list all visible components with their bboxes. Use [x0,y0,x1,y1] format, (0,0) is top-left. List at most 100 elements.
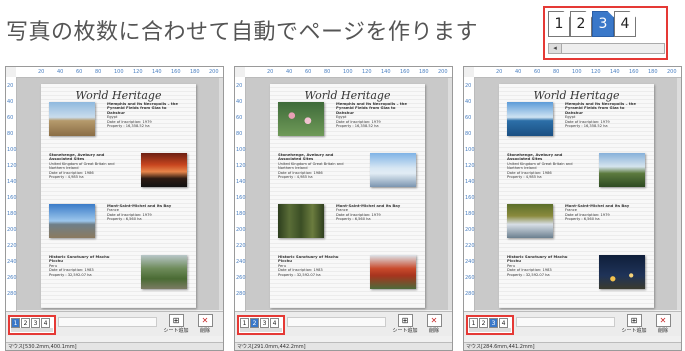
entry-country: United Kingdom of Great Britain and Nort… [49,161,115,171]
ruler-left-label: 120 [7,163,17,169]
heritage-entry[interactable]: Memphis and its Necropolis – the Pyramid… [336,101,408,129]
horizontal-ruler: 20 40 60 80 100 120 140 160 180 200 [474,67,681,78]
delete-sheet-button[interactable]: ✕ 削除 [423,314,445,334]
ruler-left-label: 40 [236,99,243,105]
sheet-tab-4[interactable]: 4 [499,318,508,328]
heritage-entry[interactable]: Historic Sanctuary of Machu Picchu Peru … [278,254,350,277]
heritage-entry[interactable]: Memphis and its Necropolis – the Pyramid… [565,101,637,129]
vertical-scrollbar[interactable] [677,78,681,310]
ruler-top-label: 40 [515,69,522,75]
editor-panel: 20 40 60 80 100 120 140 160 180 200 20 40 60 80 100 12… [5,66,224,351]
heritage-entry[interactable]: Mont-Saint-Michel and its Bay France Dat… [336,203,408,222]
sheet-tab-3[interactable]: 3 [31,318,40,328]
zoom-tab-3[interactable]: 3 [592,11,614,37]
heritage-photo[interactable] [278,102,324,136]
ruler-left-label: 180 [236,211,246,217]
zoom-tab-1[interactable]: 1 [548,11,570,37]
sheet-tab-2[interactable]: 2 [250,318,259,328]
ruler-left-label: 60 [465,115,472,121]
status-bar-mouse: マウス[291.0mm,442.2mm] [235,342,452,350]
heritage-entry[interactable]: Stonehenge, Avebury and Associated Sites… [49,152,121,179]
tab-scrollbar[interactable] [240,328,282,332]
heritage-photo[interactable] [370,255,416,289]
heritage-photo[interactable] [599,153,645,187]
scroll-left-icon[interactable]: ◂ [549,44,562,53]
heritage-photo[interactable] [507,204,553,238]
sheet-tab-2[interactable]: 2 [479,318,488,328]
ruler-top-label: 100 [343,69,353,75]
heritage-entry[interactable]: Mont-Saint-Michel and its Bay France Dat… [565,203,637,222]
heritage-entry[interactable]: Stonehenge, Avebury and Associated Sites… [278,152,350,179]
add-sheet-button[interactable]: ⊞ シート追加 [391,314,419,334]
heritage-entry[interactable]: Historic Sanctuary of Machu Picchu Peru … [49,254,121,277]
vertical-scrollbar[interactable] [448,78,452,310]
delete-sheet-icon: ✕ [426,314,442,327]
horizontal-scrollbar[interactable] [516,317,615,327]
entry-property: Property : 32,592.07 ha [507,272,550,277]
ruler-left-label: 260 [7,275,17,281]
heritage-photo[interactable] [141,255,187,289]
tab-scrollbar[interactable] [469,328,511,332]
ruler-left-label: 140 [236,179,246,185]
add-sheet-button[interactable]: ⊞ シート追加 [162,314,190,334]
entry-property: Property : 32,592.07 ha [49,272,92,277]
heritage-entry[interactable]: Stonehenge, Avebury and Associated Sites… [507,152,579,179]
ruler-top-label: 200 [209,69,219,75]
add-sheet-icon: ⊞ [626,314,642,327]
page-canvas[interactable]: World Heritage Memphis and its Necropoli… [17,78,220,310]
delete-sheet-button[interactable]: ✕ 削除 [652,314,674,334]
heritage-photo[interactable] [370,153,416,187]
heritage-entry[interactable]: Historic Sanctuary of Machu Picchu Peru … [507,254,579,277]
sheet-tab-3[interactable]: 3 [489,318,498,328]
page-canvas[interactable]: World Heritage Memphis and its Necropoli… [246,78,449,310]
heritage-photo[interactable] [141,153,187,187]
delete-sheet-label: 削除 [428,328,439,334]
delete-sheet-button[interactable]: ✕ 削除 [194,314,216,334]
heritage-photo[interactable] [49,204,95,238]
zoom-tab-4[interactable]: 4 [614,11,636,37]
tab-scrollbar[interactable] [11,328,53,332]
sheet-tab-1[interactable]: 1 [469,318,478,328]
heritage-photo[interactable] [507,102,553,136]
vertical-scrollbar[interactable] [219,78,223,310]
zoom-tab-scrollbar[interactable]: ◂ [548,43,665,54]
heritage-entry[interactable]: Mont-Saint-Michel and its Bay France Dat… [107,203,179,222]
ruler-left-label: 140 [7,179,17,185]
page-sheet[interactable]: World Heritage Memphis and its Necropoli… [41,84,196,308]
entry-property: Property : 6,560 ha [336,217,371,222]
ruler-left-label: 60 [236,115,243,121]
ruler-left-label: 240 [465,259,475,265]
heritage-photo[interactable] [278,204,324,238]
entry-title: Memphis and its Necropolis – the Pyramid… [336,101,407,115]
page-sheet[interactable]: World Heritage Memphis and its Necropoli… [499,84,654,308]
zoom-tab-2[interactable]: 2 [570,11,592,37]
entry-property: Property : 16,358.52 ha [565,124,608,129]
heritage-photo[interactable] [599,255,645,289]
entry-country: United Kingdom of Great Britain and Nort… [278,161,344,171]
ruler-top-label: 80 [324,69,331,75]
ruler-top-label: 20 [267,69,274,75]
ruler-left-label: 200 [236,227,246,233]
sheet-tab-3[interactable]: 3 [260,318,269,328]
add-sheet-icon: ⊞ [168,314,184,327]
zoomed-sheet-tabs: 1 2 3 4 ◂ [543,6,668,60]
sheet-tab-2[interactable]: 2 [21,318,30,328]
ruler-left-label: 20 [7,83,14,89]
sheet-tab-1[interactable]: 1 [240,318,249,328]
page-sheet[interactable]: World Heritage Memphis and its Necropoli… [270,84,425,308]
add-sheet-button[interactable]: ⊞ シート追加 [620,314,648,334]
entry-property: Property : 16,358.52 ha [336,124,379,129]
ruler-left-label: 280 [7,291,17,297]
sheet-tab-4[interactable]: 4 [270,318,279,328]
heritage-entry[interactable]: Memphis and its Necropolis – the Pyramid… [107,101,179,128]
horizontal-scrollbar[interactable] [58,317,157,327]
sheet-tab-1[interactable]: 1 [11,318,20,328]
page-canvas[interactable]: World Heritage Memphis and its Necropoli… [475,78,678,310]
ruler-top-label: 60 [305,69,312,75]
ruler-left-label: 100 [465,147,475,153]
heritage-photo[interactable] [49,102,95,136]
horizontal-scrollbar[interactable] [287,317,386,327]
sheet-tab-4[interactable]: 4 [41,318,50,328]
ruler-top-label: 20 [496,69,503,75]
add-sheet-label: シート追加 [163,328,189,334]
